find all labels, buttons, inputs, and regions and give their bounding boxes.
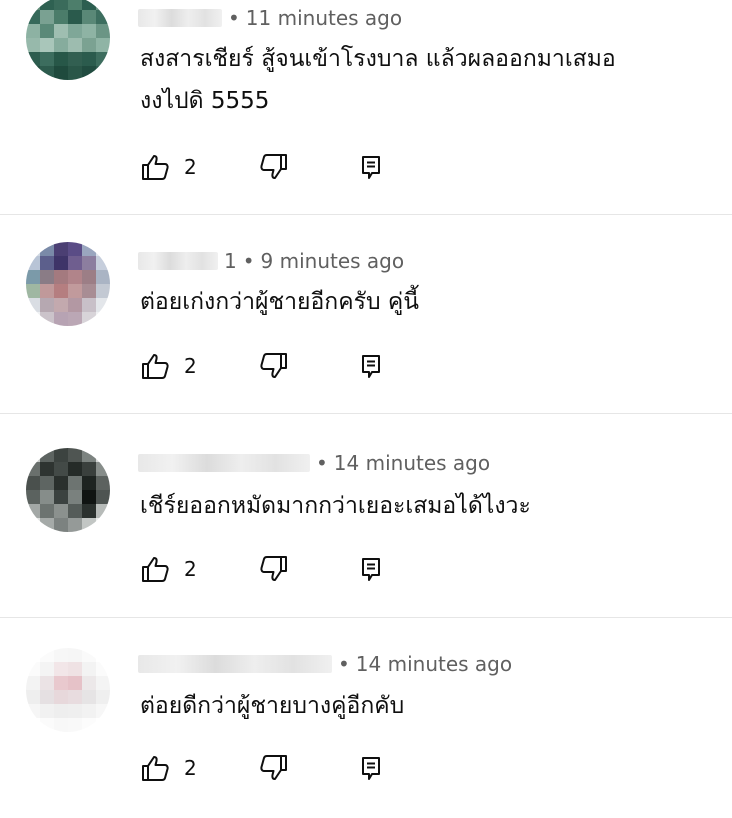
comment-timestamp[interactable]: 9 minutes ago <box>261 249 405 273</box>
reply-button[interactable] <box>359 754 383 782</box>
author-name-redacted[interactable] <box>138 655 332 673</box>
avatar[interactable] <box>26 242 110 326</box>
comment-item: • 14 minutes ago เชีร์ยออกหมัดมากกว่าเยอ… <box>0 414 732 614</box>
meta-separator: • <box>228 6 240 30</box>
comment-meta: 1 • 9 minutes ago <box>138 247 404 275</box>
comment-meta: • 11 minutes ago <box>138 4 402 32</box>
avatar[interactable] <box>26 448 110 532</box>
avatar[interactable] <box>26 0 110 80</box>
thumbs-down-icon <box>260 755 287 780</box>
like-button[interactable]: 2 <box>140 352 197 380</box>
like-count: 2 <box>184 155 197 179</box>
comment-timestamp[interactable]: 14 minutes ago <box>334 451 490 475</box>
reply-button[interactable] <box>359 153 383 181</box>
comment-timestamp[interactable]: 11 minutes ago <box>246 6 402 30</box>
thumbs-up-icon <box>142 155 169 180</box>
comment-text-line: เชีร์ยออกหมัดมากกว่าเยอะเสมอได้ไงวะ <box>140 493 531 519</box>
comment-text: ต่อยเก่งกว่าผู้ชายอีกครับ คู่นี้ <box>140 281 700 323</box>
meta-separator: • <box>242 249 255 273</box>
reply-button[interactable] <box>359 352 383 380</box>
like-button[interactable]: 2 <box>140 153 197 181</box>
comment-item: 1 • 9 minutes ago ต่อยเก่งกว่าผู้ชายอีกค… <box>0 215 732 415</box>
thumbs-down-icon <box>260 353 287 378</box>
comment-actions: 2 <box>140 553 383 585</box>
like-count: 2 <box>184 756 197 780</box>
comment-actions: 2 <box>140 151 383 183</box>
thumbs-up-icon <box>142 756 169 781</box>
author-name-redacted[interactable] <box>138 9 222 27</box>
like-button[interactable]: 2 <box>140 555 197 583</box>
comment-text-line: งงไปดิ 5555 <box>140 88 270 114</box>
like-button[interactable]: 2 <box>140 754 197 782</box>
comment-text-line: ต่อยดีกว่าผู้ชายบางคู่อีกคับ <box>140 693 405 719</box>
comment-text-line: สงสารเชียร์ สู้จนเข้าโรงบาล แล้วผลออกมาเ… <box>140 46 616 72</box>
thumbs-up-icon <box>142 354 169 379</box>
reply-icon <box>361 355 380 378</box>
comment-actions: 2 <box>140 350 383 382</box>
thumbs-down-icon <box>260 154 287 179</box>
thumbs-up-icon <box>142 557 169 582</box>
meta-separator: • <box>316 451 328 475</box>
comment-item: • 11 minutes ago สงสารเชียร์ สู้จนเข้าโร… <box>0 0 732 200</box>
comment-timestamp[interactable]: 14 minutes ago <box>356 652 512 676</box>
like-count: 2 <box>184 354 197 378</box>
comment-meta: • 14 minutes ago <box>138 449 490 477</box>
comment-item: • 14 minutes ago ต่อยดีกว่าผู้ชายบางคู่อ… <box>0 618 732 818</box>
meta-separator: • <box>338 652 350 676</box>
dislike-button[interactable] <box>259 754 289 782</box>
comment-actions: 2 <box>140 752 383 784</box>
dislike-button[interactable] <box>259 352 289 380</box>
comment-text: สงสารเชียร์ สู้จนเข้าโรงบาล แล้วผลออกมาเ… <box>140 38 700 122</box>
comment-text-line: ต่อยเก่งกว่าผู้ชายอีกครับ คู่นี้ <box>140 289 419 315</box>
comment-meta: • 14 minutes ago <box>138 650 512 678</box>
comment-text: เชีร์ยออกหมัดมากกว่าเยอะเสมอได้ไงวะ <box>140 485 700 527</box>
like-count: 2 <box>184 557 197 581</box>
author-suffix: 1 <box>224 249 237 273</box>
dislike-button[interactable] <box>259 555 289 583</box>
author-name-redacted[interactable] <box>138 454 310 472</box>
reply-icon <box>361 156 380 179</box>
author-name-redacted[interactable] <box>138 252 218 270</box>
reply-button[interactable] <box>359 555 383 583</box>
reply-icon <box>361 757 380 780</box>
avatar[interactable] <box>26 648 110 732</box>
reply-icon <box>361 558 380 581</box>
dislike-button[interactable] <box>259 153 289 181</box>
thumbs-down-icon <box>260 556 287 581</box>
comment-text: ต่อยดีกว่าผู้ชายบางคู่อีกคับ <box>140 685 700 727</box>
